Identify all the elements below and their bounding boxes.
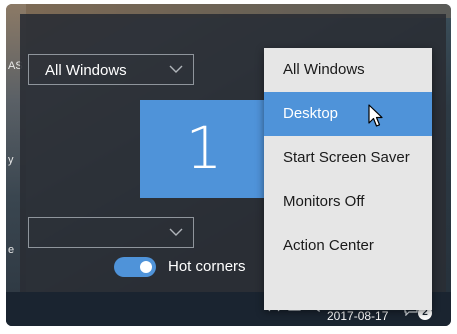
menu-item-all-windows[interactable]: All Windows bbox=[264, 48, 432, 92]
menu-item-desktop[interactable]: Desktop bbox=[264, 92, 432, 136]
chevron-down-icon bbox=[169, 228, 183, 236]
bottom-left-corner-dropdown[interactable] bbox=[28, 217, 194, 248]
dropdown-value: All Windows bbox=[45, 62, 127, 79]
toggle-knob bbox=[140, 261, 152, 273]
background-window-text: y bbox=[8, 154, 14, 166]
desktop-screen: AS y e All Windows 1 Hot corners 2017-08… bbox=[6, 4, 451, 326]
menu-item-start-screen-saver[interactable]: Start Screen Saver bbox=[264, 136, 432, 180]
mouse-cursor-icon bbox=[368, 104, 383, 127]
menu-item-action-center[interactable]: Action Center bbox=[264, 224, 432, 268]
monitor-number: 1 bbox=[185, 114, 223, 182]
top-left-corner-dropdown[interactable]: All Windows bbox=[28, 54, 194, 85]
taskbar-date[interactable]: 2017-08-17 bbox=[327, 309, 388, 323]
dropdown-menu: All Windows Desktop Start Screen Saver M… bbox=[264, 48, 432, 310]
menu-item-monitors-off[interactable]: Monitors Off bbox=[264, 180, 432, 224]
hot-corners-label: Hot corners bbox=[168, 258, 246, 275]
hot-corners-toggle[interactable] bbox=[114, 257, 156, 277]
chevron-down-icon bbox=[169, 65, 183, 73]
monitor-preview: 1 bbox=[140, 100, 268, 198]
background-window-text: e bbox=[8, 244, 15, 256]
